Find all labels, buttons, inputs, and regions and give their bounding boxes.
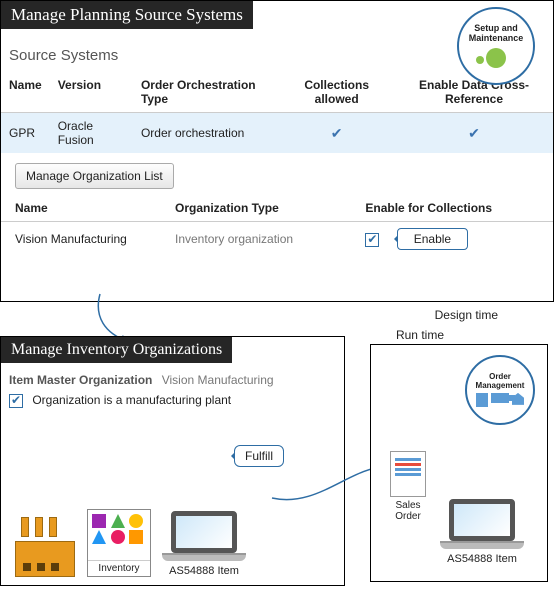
- runtime-laptop-icon: AS54888 Item: [437, 499, 527, 565]
- inventory-icon: Inventory: [87, 509, 151, 577]
- order-management-badge: Order Management: [465, 355, 535, 425]
- col-name: Name: [1, 72, 50, 113]
- item-master-row: Item Master Organization Vision Manufact…: [9, 373, 344, 387]
- badge-label: Setup and Maintenance: [459, 24, 533, 44]
- manufacturing-plant-row: Organization is a manufacturing plant: [9, 393, 344, 408]
- sales-order-label: Sales Order: [385, 500, 431, 522]
- truck-icon: [491, 393, 509, 403]
- laptop-icon: AS54888 Item: [159, 511, 249, 577]
- table-row: Vision Manufacturing Inventory organizat…: [1, 222, 553, 257]
- gears-icon: [486, 48, 506, 68]
- cell-collections-check: ✔: [278, 113, 395, 154]
- icon-row: Inventory AS54888 Item: [15, 509, 249, 577]
- cell-org-name: Vision Manufacturing: [1, 222, 161, 257]
- manage-org-list-button[interactable]: Manage Organization List: [15, 163, 174, 189]
- item-master-label: Item Master Organization: [9, 373, 152, 387]
- col-orch-type: Order Orchestration Type: [133, 72, 278, 113]
- cell-name: GPR: [1, 113, 50, 154]
- om-icons: [476, 393, 524, 407]
- enable-collections-checkbox[interactable]: [365, 233, 379, 247]
- manufacturing-plant-label: Organization is a manufacturing plant: [32, 393, 231, 407]
- run-time-label: Run time: [396, 328, 444, 342]
- organization-table: Name Organization Type Enable for Collec…: [1, 195, 553, 256]
- manufacturing-plant-checkbox[interactable]: [9, 394, 23, 408]
- panel2-title: Manage Inventory Organizations: [1, 337, 232, 363]
- item-label: AS54888 Item: [159, 565, 249, 577]
- cell-orch: Order orchestration: [133, 113, 278, 154]
- col-collections: Collections allowed: [278, 72, 395, 113]
- subcol-enable: Enable for Collections: [351, 195, 553, 222]
- design-time-label: Design time: [435, 308, 498, 322]
- runtime-item-label: AS54888 Item: [437, 553, 527, 565]
- sales-order-doc: Sales Order: [385, 451, 431, 522]
- om-badge-label: Order Management: [467, 373, 533, 390]
- cell-org-type: Inventory organization: [161, 222, 351, 257]
- subcol-name: Name: [1, 195, 161, 222]
- subcol-type: Organization Type: [161, 195, 351, 222]
- planning-source-systems-panel: Manage Planning Source Systems Setup and…: [0, 0, 554, 302]
- panel1-title: Manage Planning Source Systems: [1, 1, 253, 29]
- col-version: Version: [50, 72, 133, 113]
- factory-icon: [15, 517, 79, 577]
- diagram-stage: Design time Run time Manage Inventory Or…: [0, 308, 554, 592]
- inventory-organizations-panel: Manage Inventory Organizations Item Mast…: [0, 336, 345, 586]
- document-icon: [390, 451, 426, 497]
- cell-crossref-check: ✔: [395, 113, 553, 154]
- setup-maintenance-badge: Setup and Maintenance: [457, 7, 535, 85]
- cell-version: Oracle Fusion: [50, 113, 133, 154]
- building-icon: [476, 393, 488, 407]
- item-master-value: Vision Manufacturing: [162, 373, 274, 387]
- table-row[interactable]: GPR Oracle Fusion Order orchestration ✔ …: [1, 113, 553, 154]
- fulfill-callout-wrap: Fulfill: [220, 445, 284, 467]
- fulfill-callout: Fulfill: [234, 445, 284, 467]
- enable-callout: Enable: [397, 228, 468, 250]
- inventory-icon-label: Inventory: [88, 560, 150, 574]
- runtime-panel: Order Management Sales Order AS54888 Ite…: [370, 344, 548, 582]
- source-systems-table: Name Version Order Orchestration Type Co…: [1, 72, 553, 153]
